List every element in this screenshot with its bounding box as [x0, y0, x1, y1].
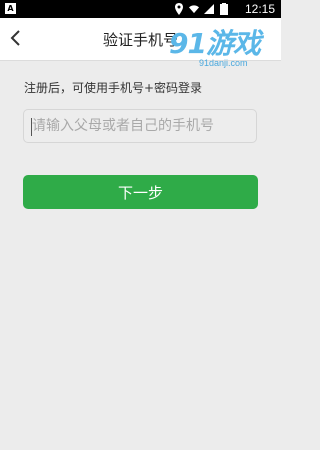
page-title: 验证手机号: [102, 31, 178, 49]
text-caret: [31, 118, 32, 136]
battery-icon: [220, 3, 228, 15]
notification-a-icon: A: [5, 3, 16, 14]
status-bar: A 12:15: [0, 0, 281, 18]
next-step-button[interactable]: 下一步: [23, 175, 258, 209]
status-icons: [174, 3, 229, 15]
phone-field-container: [23, 109, 257, 143]
clock-time: 12:15: [244, 2, 275, 16]
location-icon: [175, 3, 183, 15]
watermark-site-text: 91danji.com: [199, 58, 248, 68]
phone-input[interactable]: [24, 110, 256, 142]
signal-icon: [204, 4, 214, 14]
app-header: 验证手机号 91游戏 91danji.com: [0, 18, 281, 68]
register-hint-text: 注册后，可使用手机号+密码登录: [24, 81, 203, 95]
wifi-icon: [189, 5, 199, 14]
